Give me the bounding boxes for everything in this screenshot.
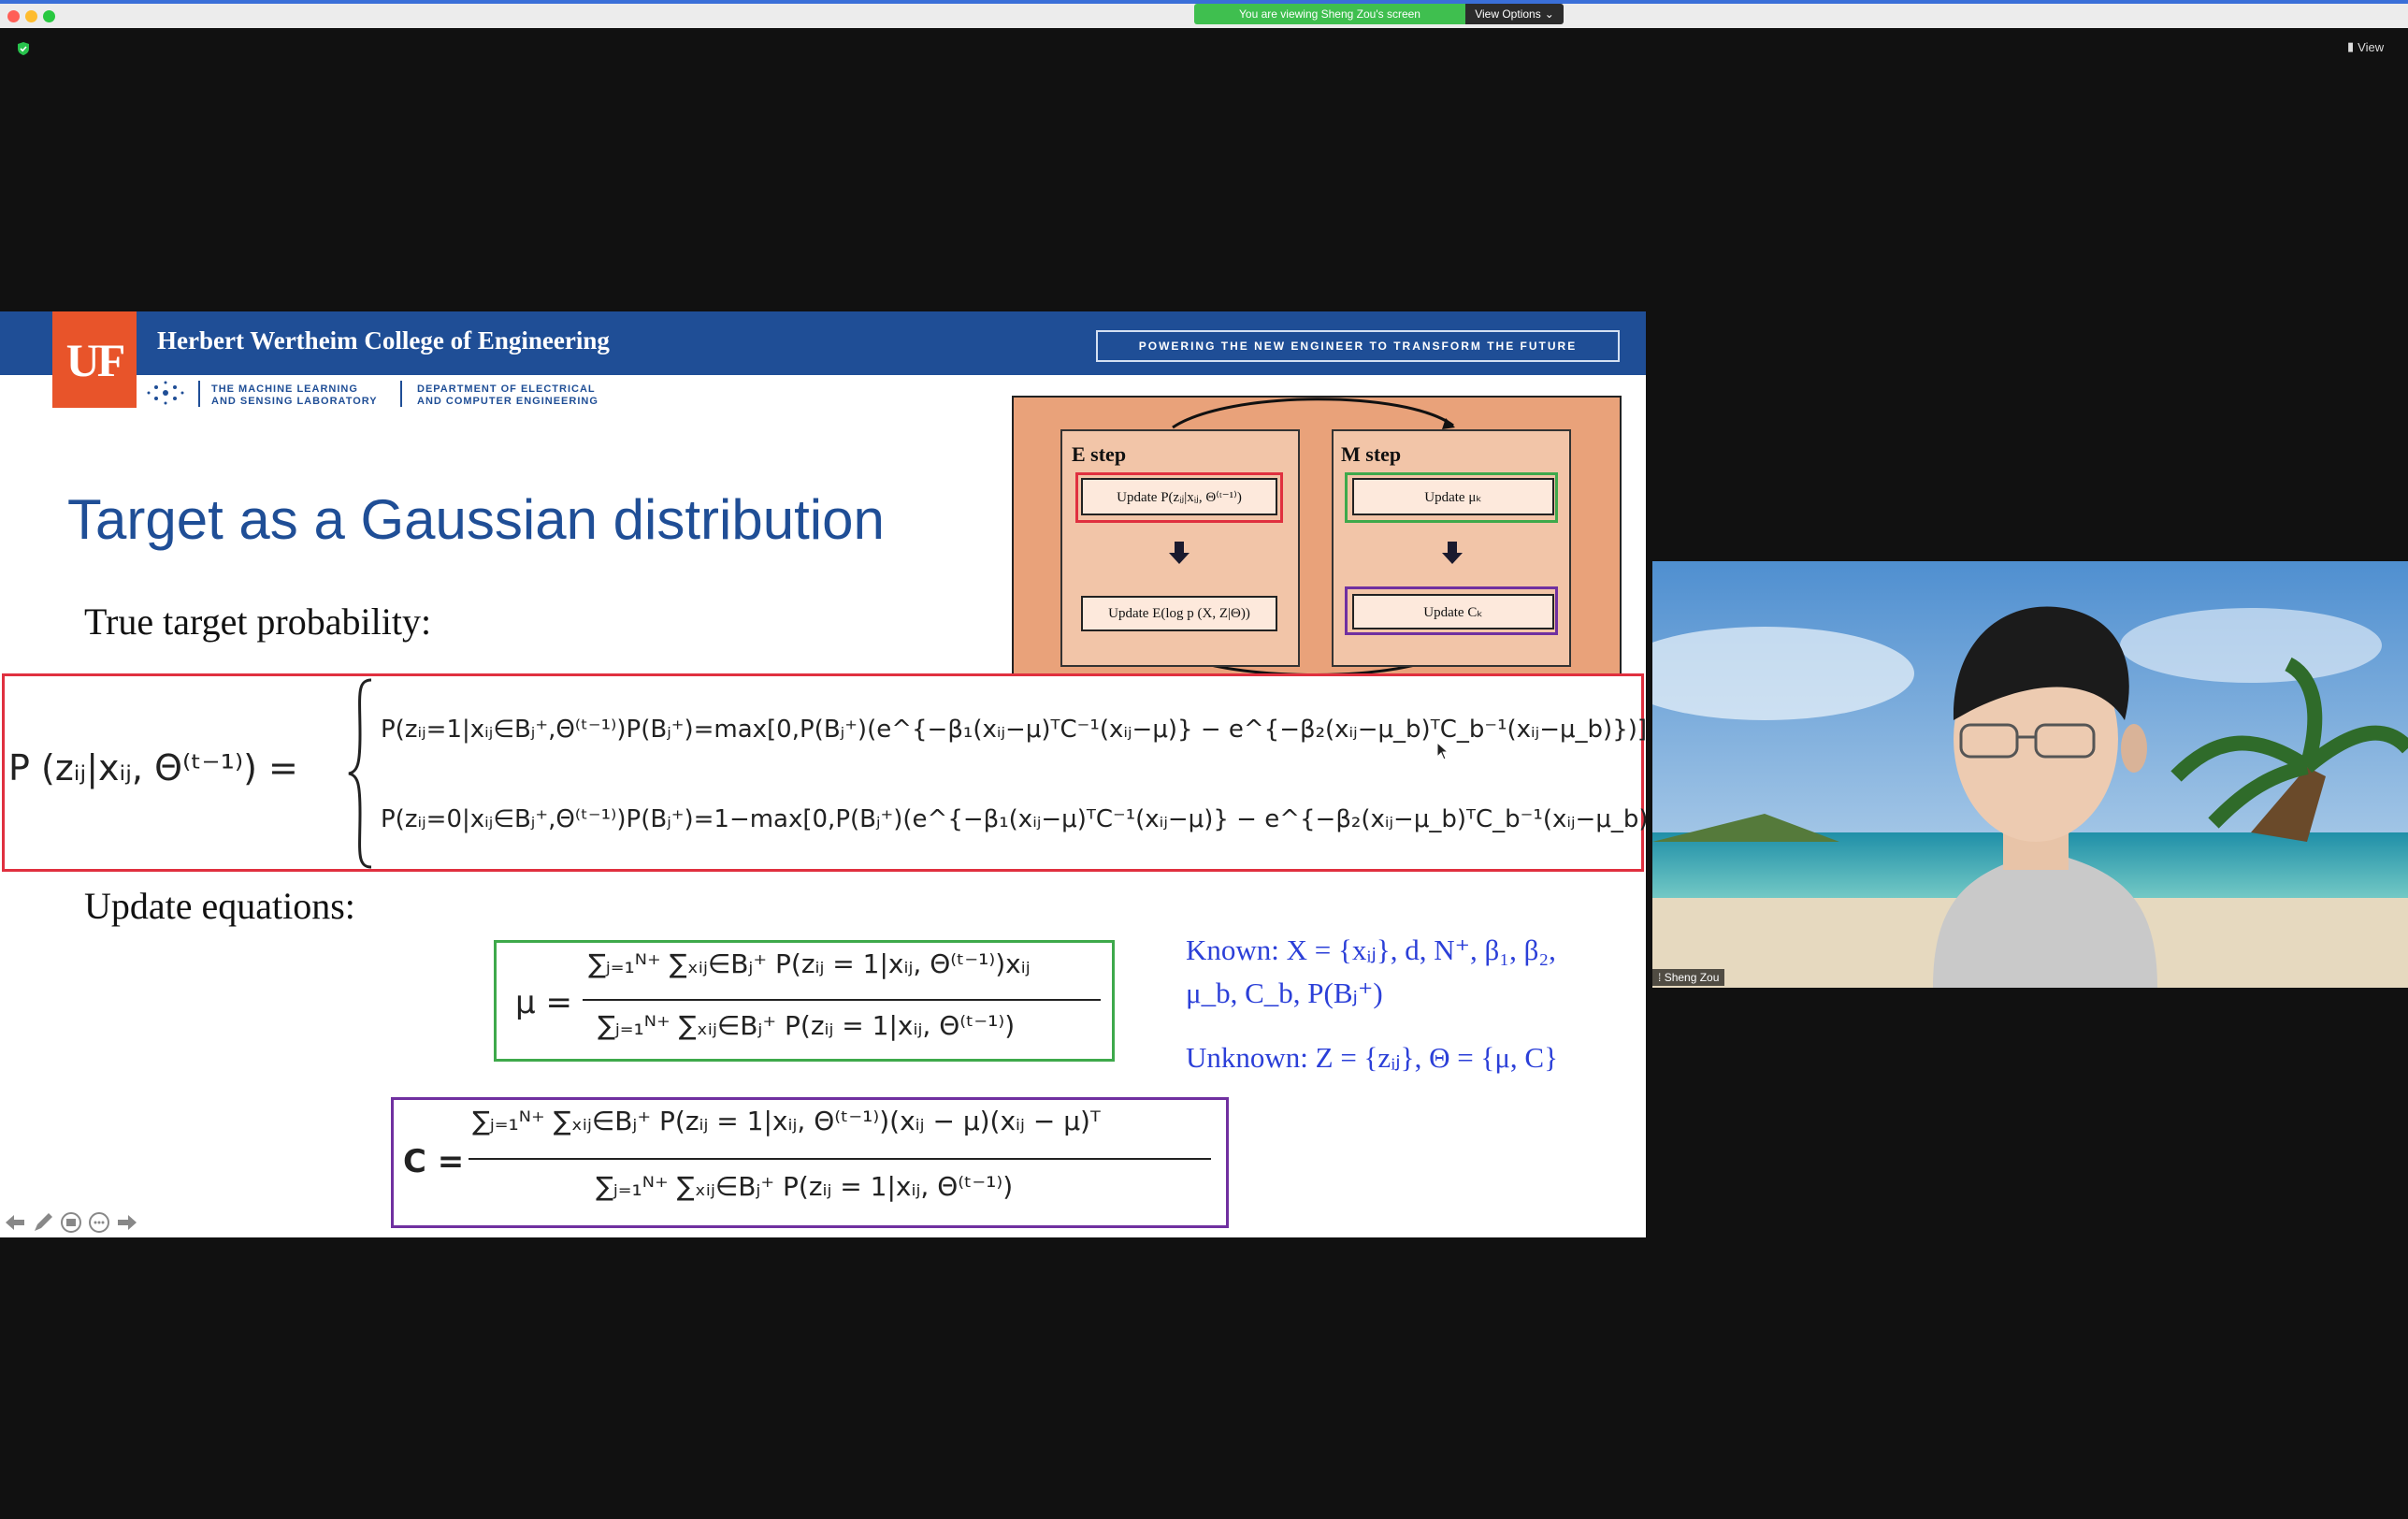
view-button[interactable]: ▮ View <box>2347 39 2384 54</box>
down-arrow-icon <box>1169 542 1190 564</box>
unknown-variables: Unknown: Z = {zᵢⱼ}, Θ = {μ, C} <box>1186 1041 1558 1074</box>
presentation-slide: UF Herbert Wertheim College of Engineeri… <box>0 311 1646 1237</box>
close-window-button[interactable] <box>7 10 20 22</box>
view-button-label: View <box>2358 39 2385 54</box>
lab-name-line2: AND SENSING LABORATORY <box>211 396 378 407</box>
probability-lhs: P (zᵢⱼ|xᵢⱼ, Θ⁽ᵗ⁻¹⁾) = <box>8 747 298 788</box>
uf-logo: UF <box>52 311 137 408</box>
e-step-label: E step <box>1072 442 1127 466</box>
mu-update-equation: μ = ∑ⱼ₌₁ᴺ⁺ ∑ₓᵢⱼ∈Bⱼ⁺ P(zᵢⱼ = 1|xᵢⱼ, Θ⁽ᵗ⁻¹… <box>494 940 1115 1062</box>
view-options-label: View Options <box>1475 7 1541 21</box>
case-z-equals-0: P(zᵢⱼ=0|xᵢⱼ∈Bⱼ⁺,Θ⁽ᵗ⁻¹⁾)P(Bⱼ⁺)=1−max[0,P(… <box>381 805 1646 833</box>
m-step-label: M step <box>1341 442 1402 466</box>
c-denominator: ∑ⱼ₌₁ᴺ⁺ ∑ₓᵢⱼ∈Bⱼ⁺ P(zᵢⱼ = 1|xᵢⱼ, Θ⁽ᵗ⁻¹⁾) <box>596 1171 1014 1202</box>
next-slide-icon[interactable] <box>116 1211 138 1234</box>
pen-icon[interactable] <box>32 1211 54 1234</box>
known-line2: μ_b, C_b, P(Bⱼ⁺) <box>1186 976 1383 1009</box>
lab-logo-icon <box>147 381 184 405</box>
department-name: DEPARTMENT OF ELECTRICAL AND COMPUTER EN… <box>417 383 598 408</box>
screen-share-message: You are viewing Sheng Zou's screen <box>1194 4 1465 24</box>
dept-line2: AND COMPUTER ENGINEERING <box>417 396 598 407</box>
c-lhs: C = <box>403 1143 465 1180</box>
participant-video[interactable] <box>1652 561 2408 988</box>
e-step-panel: E step Update P(zᵢⱼ|xᵢⱼ, Θ⁽ᵗ⁻¹⁾) Update … <box>1060 429 1300 667</box>
minimize-window-button[interactable] <box>25 10 37 22</box>
logo-divider <box>198 381 200 407</box>
chevron-down-icon: ⌄ <box>1544 7 1554 21</box>
target-probability-box: P (zᵢⱼ|xᵢⱼ, Θ⁽ᵗ⁻¹⁾) = P(zᵢⱼ=1|xᵢⱼ∈Bⱼ⁺,Θ⁽… <box>2 673 1646 872</box>
update-c-box: Update Cₖ <box>1352 594 1554 629</box>
m-step-panel: M step Update μₖ Update Cₖ <box>1332 429 1571 667</box>
known-line1: Known: X = {xᵢⱼ}, d, N⁺, β₁, β₂, <box>1186 933 1556 966</box>
dept-line1: DEPARTMENT OF ELECTRICAL <box>417 383 596 395</box>
mouse-cursor-icon <box>1436 742 1449 760</box>
em-diagram: E step Update P(zᵢⱼ|xᵢⱼ, Θ⁽ᵗ⁻¹⁾) Update … <box>1012 396 1622 675</box>
update-equations-heading: Update equations: <box>84 885 355 927</box>
true-target-heading: True target probability: <box>84 600 432 643</box>
signal-bars-icon: ⁞ <box>1658 971 1662 984</box>
view-options-button[interactable]: View Options ⌄ <box>1465 4 1564 24</box>
college-name: Herbert Wertheim College of Engineering <box>157 326 610 354</box>
logo-divider <box>400 381 402 407</box>
fraction-line <box>469 1158 1211 1160</box>
maximize-window-button[interactable] <box>43 10 55 22</box>
update-expectation-box: Update E(log p (X, Z|Θ)) <box>1081 596 1277 631</box>
slide-nav-toolbar <box>4 1211 138 1234</box>
cases-brace <box>348 678 372 869</box>
mu-numerator: ∑ⱼ₌₁ᴺ⁺ ∑ₓᵢⱼ∈Bⱼ⁺ P(zᵢⱼ = 1|xᵢⱼ, Θ⁽ᵗ⁻¹⁾)xᵢ… <box>588 948 1031 979</box>
mu-lhs: μ = <box>515 984 572 1021</box>
fraction-line <box>583 999 1101 1001</box>
video-feed <box>1652 561 2408 988</box>
lab-name: THE MACHINE LEARNING AND SENSING LABORAT… <box>211 383 378 408</box>
case-z-equals-1: P(zᵢⱼ=1|xᵢⱼ∈Bⱼ⁺,Θ⁽ᵗ⁻¹⁾)P(Bⱼ⁺)=max[0,P(Bⱼ… <box>381 716 1646 744</box>
screen-share-banner: You are viewing Sheng Zou's screen View … <box>1194 4 1564 24</box>
down-arrow-icon <box>1442 542 1463 564</box>
slide-title: Target as a Gaussian distribution <box>67 488 885 551</box>
view-layout-icon: ▮ <box>2347 39 2355 53</box>
lab-name-line1: THE MACHINE LEARNING <box>211 383 358 395</box>
mu-denominator: ∑ⱼ₌₁ᴺ⁺ ∑ₓᵢⱼ∈Bⱼ⁺ P(zᵢⱼ = 1|xᵢⱼ, Θ⁽ᵗ⁻¹⁾) <box>598 1010 1016 1041</box>
tagline: POWERING THE NEW ENGINEER TO TRANSFORM T… <box>1096 330 1620 362</box>
known-variables: Known: X = {xᵢⱼ}, d, N⁺, β₁, β₂, μ_b, C_… <box>1186 929 1556 1015</box>
more-options-icon[interactable] <box>88 1211 110 1234</box>
participant-name-label: ⁞ Sheng Zou <box>1652 969 1725 986</box>
covariance-update-equation: C = ∑ⱼ₌₁ᴺ⁺ ∑ₓᵢⱼ∈Bⱼ⁺ P(zᵢⱼ = 1|xᵢⱼ, Θ⁽ᵗ⁻¹… <box>391 1097 1229 1228</box>
update-posterior-box: Update P(zᵢⱼ|xᵢⱼ, Θ⁽ᵗ⁻¹⁾) <box>1081 478 1277 515</box>
update-mu-box: Update μₖ <box>1352 478 1554 515</box>
c-numerator: ∑ⱼ₌₁ᴺ⁺ ∑ₓᵢⱼ∈Bⱼ⁺ P(zᵢⱼ = 1|xᵢⱼ, Θ⁽ᵗ⁻¹⁾)(x… <box>472 1106 1101 1136</box>
participant-name: Sheng Zou <box>1664 971 1720 984</box>
slides-grid-icon[interactable] <box>60 1211 82 1234</box>
previous-slide-icon[interactable] <box>4 1211 26 1234</box>
encryption-shield-icon <box>18 42 29 55</box>
